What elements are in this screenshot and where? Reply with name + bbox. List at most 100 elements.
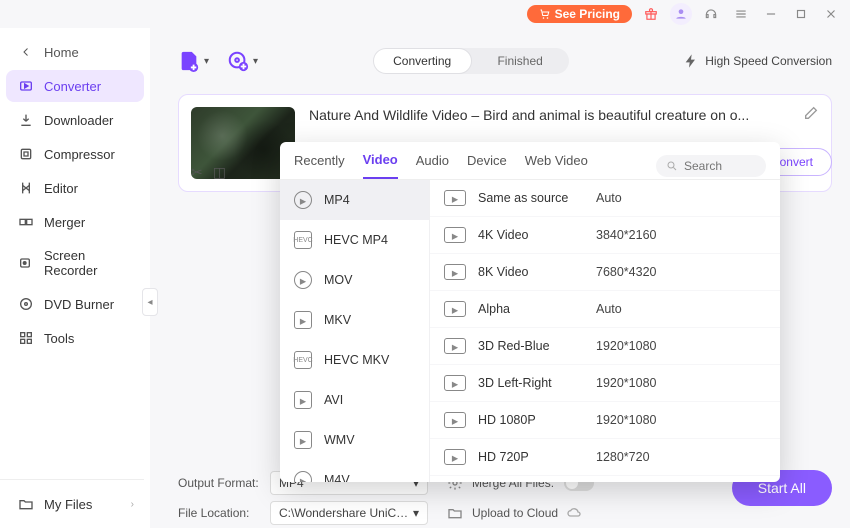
- maximize-icon[interactable]: [790, 3, 812, 25]
- popup-tab-audio[interactable]: Audio: [416, 153, 449, 178]
- tab-label: Converting: [393, 54, 451, 68]
- format-item-hevc-mkv[interactable]: HEVCHEVC MKV: [280, 340, 429, 380]
- recorder-icon: [18, 255, 34, 271]
- output-format-label: Output Format:: [178, 476, 270, 490]
- format-icon: ▸: [294, 271, 312, 289]
- format-icon: HEVC: [294, 231, 312, 249]
- resolution-list: ▸Same as sourceAuto ▸4K Video3840*2160 ▸…: [430, 180, 780, 482]
- sidebar-item-label: Tools: [44, 331, 74, 346]
- status-segmented: Converting Finished: [373, 48, 569, 74]
- sidebar-item-label: Home: [44, 45, 79, 60]
- resolution-item[interactable]: ▸HD 1080P1920*1080: [430, 402, 780, 439]
- resolution-item[interactable]: ▸3D Red-Blue1920*1080: [430, 328, 780, 365]
- format-icon: ▸: [294, 391, 312, 409]
- sidebar-item-label: My Files: [44, 497, 92, 512]
- rename-icon[interactable]: [803, 105, 819, 126]
- add-file-button[interactable]: ▾: [178, 50, 209, 72]
- format-item-wmv[interactable]: ▸WMV: [280, 420, 429, 460]
- popup-tab-video[interactable]: Video: [363, 152, 398, 179]
- format-icon: ▸: [294, 431, 312, 449]
- high-speed-label: High Speed Conversion: [705, 54, 832, 68]
- format-icon: ▸: [294, 471, 312, 482]
- sidebar-item-label: Merger: [44, 215, 85, 230]
- high-speed-toggle[interactable]: High Speed Conversion: [683, 53, 832, 69]
- tab-label: Finished: [497, 54, 542, 68]
- file-location-select[interactable]: C:\Wondershare UniConverter 1▾: [270, 501, 428, 525]
- format-item-avi[interactable]: ▸AVI: [280, 380, 429, 420]
- sidebar: Home Converter Downloader Compressor Edi…: [0, 28, 150, 528]
- headset-icon[interactable]: [700, 3, 722, 25]
- sidebar-item-label: Downloader: [44, 113, 113, 128]
- format-item-m4v[interactable]: ▸M4V: [280, 460, 429, 482]
- format-popup: Recently Video Audio Device Web Video ▸M…: [280, 142, 780, 482]
- start-all-label: Start All: [758, 480, 806, 496]
- resolution-item[interactable]: ▸HD 720P1280*720: [430, 439, 780, 476]
- preset-icon: ▸: [444, 338, 466, 354]
- tools-icon: [18, 330, 34, 346]
- download-icon: [18, 112, 34, 128]
- format-search-input[interactable]: [684, 159, 754, 173]
- format-item-mp4[interactable]: ▸MP4: [280, 180, 429, 220]
- open-folder-icon[interactable]: [444, 505, 466, 521]
- resolution-item[interactable]: ▸8K Video7680*4320: [430, 254, 780, 291]
- tab-finished[interactable]: Finished: [472, 48, 569, 74]
- dvd-icon: [18, 296, 34, 312]
- compressor-icon: [18, 146, 34, 162]
- sidebar-item-tools[interactable]: Tools: [6, 322, 144, 354]
- resolution-item[interactable]: ▸AlphaAuto: [430, 291, 780, 328]
- preset-icon: ▸: [444, 190, 466, 206]
- preset-icon: ▸: [444, 412, 466, 428]
- popup-tab-web-video[interactable]: Web Video: [525, 153, 588, 178]
- chevron-down-icon: ▾: [204, 56, 209, 67]
- sidebar-item-screen-recorder[interactable]: Screen Recorder: [6, 240, 144, 286]
- resolution-item[interactable]: ▸3D Left-Right1920*1080: [430, 365, 780, 402]
- preset-icon: ▸: [444, 301, 466, 317]
- sidebar-item-dvd-burner[interactable]: DVD Burner: [6, 288, 144, 320]
- add-dvd-button[interactable]: ▾: [227, 50, 258, 72]
- sidebar-item-label: DVD Burner: [44, 297, 114, 312]
- merger-icon: [18, 214, 34, 230]
- sidebar-item-label: Converter: [44, 79, 101, 94]
- account-icon[interactable]: [670, 3, 692, 25]
- menu-icon[interactable]: [730, 3, 752, 25]
- upload-cloud-label: Upload to Cloud: [472, 506, 558, 520]
- sidebar-item-label: Screen Recorder: [44, 248, 134, 278]
- format-search[interactable]: [656, 155, 766, 177]
- preset-icon: ▸: [444, 264, 466, 280]
- crop-icon[interactable]: ◫: [213, 164, 226, 181]
- back-icon: [18, 44, 34, 60]
- popup-tab-recently[interactable]: Recently: [294, 153, 345, 178]
- format-icon: ▸: [294, 191, 312, 209]
- popup-tab-device[interactable]: Device: [467, 153, 507, 178]
- preset-icon: ▸: [444, 227, 466, 243]
- close-icon[interactable]: [820, 3, 842, 25]
- see-pricing-button[interactable]: See Pricing: [527, 5, 632, 23]
- minimize-icon[interactable]: [760, 3, 782, 25]
- preset-icon: ▸: [444, 449, 466, 465]
- tab-converting[interactable]: Converting: [373, 48, 472, 74]
- format-item-hevc-mp4[interactable]: HEVCHEVC MP4: [280, 220, 429, 260]
- format-icon: ▸: [294, 311, 312, 329]
- format-item-mkv[interactable]: ▸MKV: [280, 300, 429, 340]
- sidebar-item-editor[interactable]: Editor: [6, 172, 144, 204]
- sidebar-item-compressor[interactable]: Compressor: [6, 138, 144, 170]
- folder-icon: [18, 496, 34, 512]
- sidebar-item-merger[interactable]: Merger: [6, 206, 144, 238]
- format-list: ▸MP4 HEVCHEVC MP4 ▸MOV ▸MKV HEVCHEVC MKV…: [280, 180, 430, 482]
- chevron-right-icon: ›: [131, 499, 134, 510]
- sidebar-item-home[interactable]: Home: [6, 36, 144, 68]
- cloud-icon[interactable]: [566, 504, 582, 523]
- sidebar-item-label: Compressor: [44, 147, 115, 162]
- sidebar-item-my-files[interactable]: My Files ›: [6, 488, 144, 520]
- see-pricing-label: See Pricing: [555, 7, 620, 21]
- sidebar-item-converter[interactable]: Converter: [6, 70, 144, 102]
- editor-icon: [18, 180, 34, 196]
- sidebar-item-downloader[interactable]: Downloader: [6, 104, 144, 136]
- resolution-item[interactable]: ▸4K Video3840*2160: [430, 217, 780, 254]
- resolution-item[interactable]: ▸Same as sourceAuto: [430, 180, 780, 217]
- file-location-label: File Location:: [178, 506, 270, 520]
- gift-icon[interactable]: [640, 3, 662, 25]
- trim-icon[interactable]: ✂: [191, 164, 203, 181]
- converter-icon: [18, 78, 34, 94]
- format-item-mov[interactable]: ▸MOV: [280, 260, 429, 300]
